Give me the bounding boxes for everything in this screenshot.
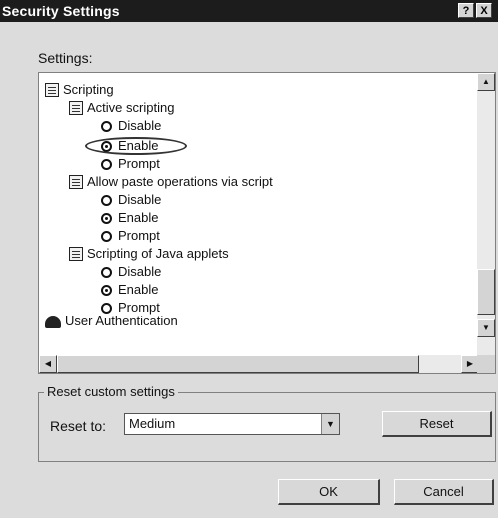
option-label: Enable: [118, 210, 159, 225]
tree-group-allow-paste[interactable]: Allow paste operations via script: [69, 173, 273, 191]
cancel-button[interactable]: Cancel: [394, 479, 494, 505]
scroll-left-arrow-icon[interactable]: ◀: [39, 355, 57, 373]
option-java-applets-disable[interactable]: Disable: [101, 263, 161, 281]
tree-root-scripting[interactable]: Scripting: [45, 81, 114, 99]
radio-button[interactable]: [101, 158, 112, 170]
tree-root-user-authentication[interactable]: User Authentication: [45, 316, 178, 328]
tree-root-label: Scripting: [63, 82, 114, 97]
group-label: Active scripting: [87, 100, 175, 115]
option-label: Enable: [118, 282, 159, 297]
radio-button[interactable]: [101, 302, 112, 314]
security-settings-dialog: Security Settings ? X Settings: Scriptin…: [0, 0, 498, 518]
help-button[interactable]: ?: [458, 3, 474, 18]
users-icon: [45, 316, 61, 328]
radio-button[interactable]: [101, 194, 112, 206]
radio-button[interactable]: [101, 230, 112, 242]
group-label: Allow paste operations via script: [87, 174, 273, 189]
highlight-ellipse: [85, 137, 187, 155]
settings-doc-icon: [69, 247, 83, 261]
chevron-down-icon[interactable]: ▼: [321, 414, 339, 434]
scroll-up-arrow-icon[interactable]: ▲: [477, 73, 495, 91]
scroll-thumb[interactable]: [57, 355, 419, 373]
settings-tree: Scripting Active scripting Disable Enabl…: [39, 73, 479, 355]
reset-level-select[interactable]: Medium ▼: [124, 413, 340, 435]
settings-list[interactable]: Scripting Active scripting Disable Enabl…: [38, 72, 496, 374]
option-label: Prompt: [118, 300, 160, 315]
scroll-corner: [477, 355, 495, 373]
tree-root-label: User Authentication: [65, 316, 178, 328]
vertical-scrollbar[interactable]: ▲ ▼: [477, 73, 495, 355]
horizontal-scrollbar[interactable]: ◀ ▶: [39, 355, 479, 373]
settings-doc-icon: [69, 101, 83, 115]
option-label: Disable: [118, 192, 162, 207]
settings-label: Settings:: [38, 50, 93, 66]
option-java-applets-prompt[interactable]: Prompt: [101, 299, 160, 317]
reset-to-label: Reset to:: [50, 418, 107, 434]
radio-button-checked[interactable]: [101, 212, 112, 224]
group-label: Scripting of Java applets: [87, 246, 229, 261]
option-label: Disable: [118, 264, 162, 279]
tree-group-active-scripting[interactable]: Active scripting: [69, 99, 174, 117]
title-bar: Security Settings ? X: [0, 0, 498, 22]
close-button[interactable]: X: [476, 3, 492, 18]
option-label: Disable: [118, 118, 162, 133]
select-value: Medium: [129, 416, 176, 431]
ok-button[interactable]: OK: [278, 479, 380, 505]
option-allow-paste-enable[interactable]: Enable: [101, 209, 158, 227]
option-label: Prompt: [118, 228, 160, 243]
window-title: Security Settings: [2, 3, 120, 19]
radio-button-checked[interactable]: [101, 284, 112, 296]
scroll-thumb[interactable]: [477, 269, 495, 315]
scroll-down-arrow-icon[interactable]: ▼: [477, 319, 495, 337]
option-allow-paste-prompt[interactable]: Prompt: [101, 227, 160, 245]
tree-group-java-applets[interactable]: Scripting of Java applets: [69, 245, 229, 263]
settings-doc-icon: [69, 175, 83, 189]
settings-doc-icon: [45, 83, 59, 97]
radio-button[interactable]: [101, 120, 112, 132]
radio-button[interactable]: [101, 266, 112, 278]
reset-button[interactable]: Reset: [382, 411, 492, 437]
reset-group-label: Reset custom settings: [44, 384, 178, 399]
option-allow-paste-disable[interactable]: Disable: [101, 191, 161, 209]
option-java-applets-enable[interactable]: Enable: [101, 281, 158, 299]
option-label: Prompt: [118, 156, 160, 171]
option-active-scripting-prompt[interactable]: Prompt: [101, 155, 160, 173]
option-active-scripting-disable[interactable]: Disable: [101, 117, 161, 135]
